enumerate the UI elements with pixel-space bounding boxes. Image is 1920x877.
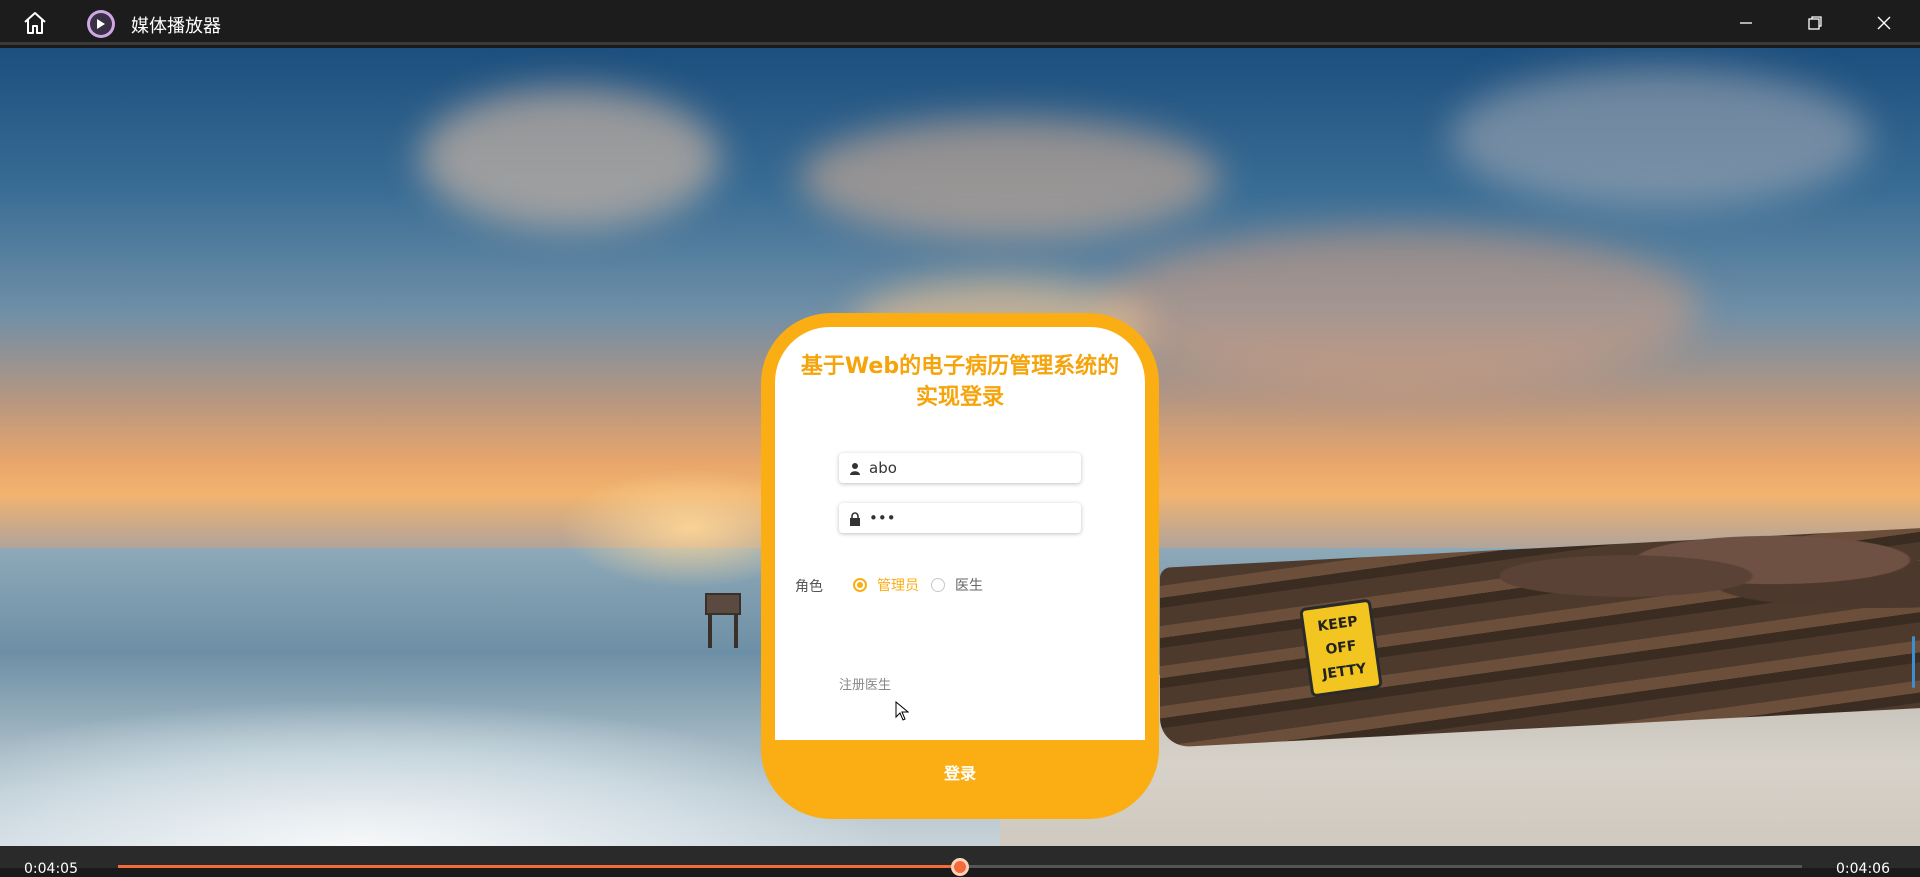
register-doctor-link[interactable]: 注册医生 [839,674,891,693]
username-field[interactable]: abo [839,453,1081,483]
total-time: 0:04:06 [1836,861,1890,877]
login-title: 基于Web的电子病历管理系统的 实现登录 [761,351,1159,413]
cloud [800,118,1220,238]
close-button[interactable] [1867,8,1901,38]
radio-dot [853,578,867,592]
rocks [1500,528,1920,608]
progress-thumb[interactable] [951,858,969,876]
role-radio-admin[interactable]: 管理员 [853,575,919,595]
cloud [420,88,720,228]
minimize-icon [1740,22,1752,24]
role-label: 角色 [795,579,823,595]
lock-icon [849,511,861,526]
minimize-button[interactable] [1729,8,1763,38]
login-title-line1: 基于Web的电子病历管理系统的 [800,354,1120,379]
pier-post [705,593,741,648]
mouse-cursor-icon [895,700,910,721]
password-value: ••• [869,509,896,527]
username-value: abo [869,459,897,477]
restore-icon [1808,16,1822,30]
restore-button[interactable] [1798,8,1832,38]
password-field[interactable]: ••• [839,503,1081,533]
close-icon [1877,16,1891,30]
radio-dot [931,578,945,592]
role-admin-label: 管理员 [877,578,919,594]
player-controls: 0:04:05 0:04:06 [0,846,1920,877]
home-icon[interactable] [20,10,50,36]
volume-indicator[interactable] [1912,636,1915,688]
login-title-line2: 实现登录 [915,385,1004,410]
cloud [1100,228,1700,388]
keep-off-jetty-sign: KEEP OFF JETTY [1299,598,1383,698]
role-radio-doctor[interactable]: 医生 [931,575,983,595]
login-button[interactable]: 登录 [775,740,1145,804]
current-time: 0:04:05 [24,861,78,877]
media-player-logo-icon [87,10,115,38]
title-bar: 媒体播放器 [0,0,1920,45]
user-icon [849,461,861,475]
login-card: 基于Web的电子病历管理系统的 实现登录 abo ••• 角色 管理员 医生 注… [761,313,1159,819]
role-doctor-label: 医生 [955,578,983,594]
window-title: 媒体播放器 [131,16,221,37]
cloud [1450,68,1870,208]
